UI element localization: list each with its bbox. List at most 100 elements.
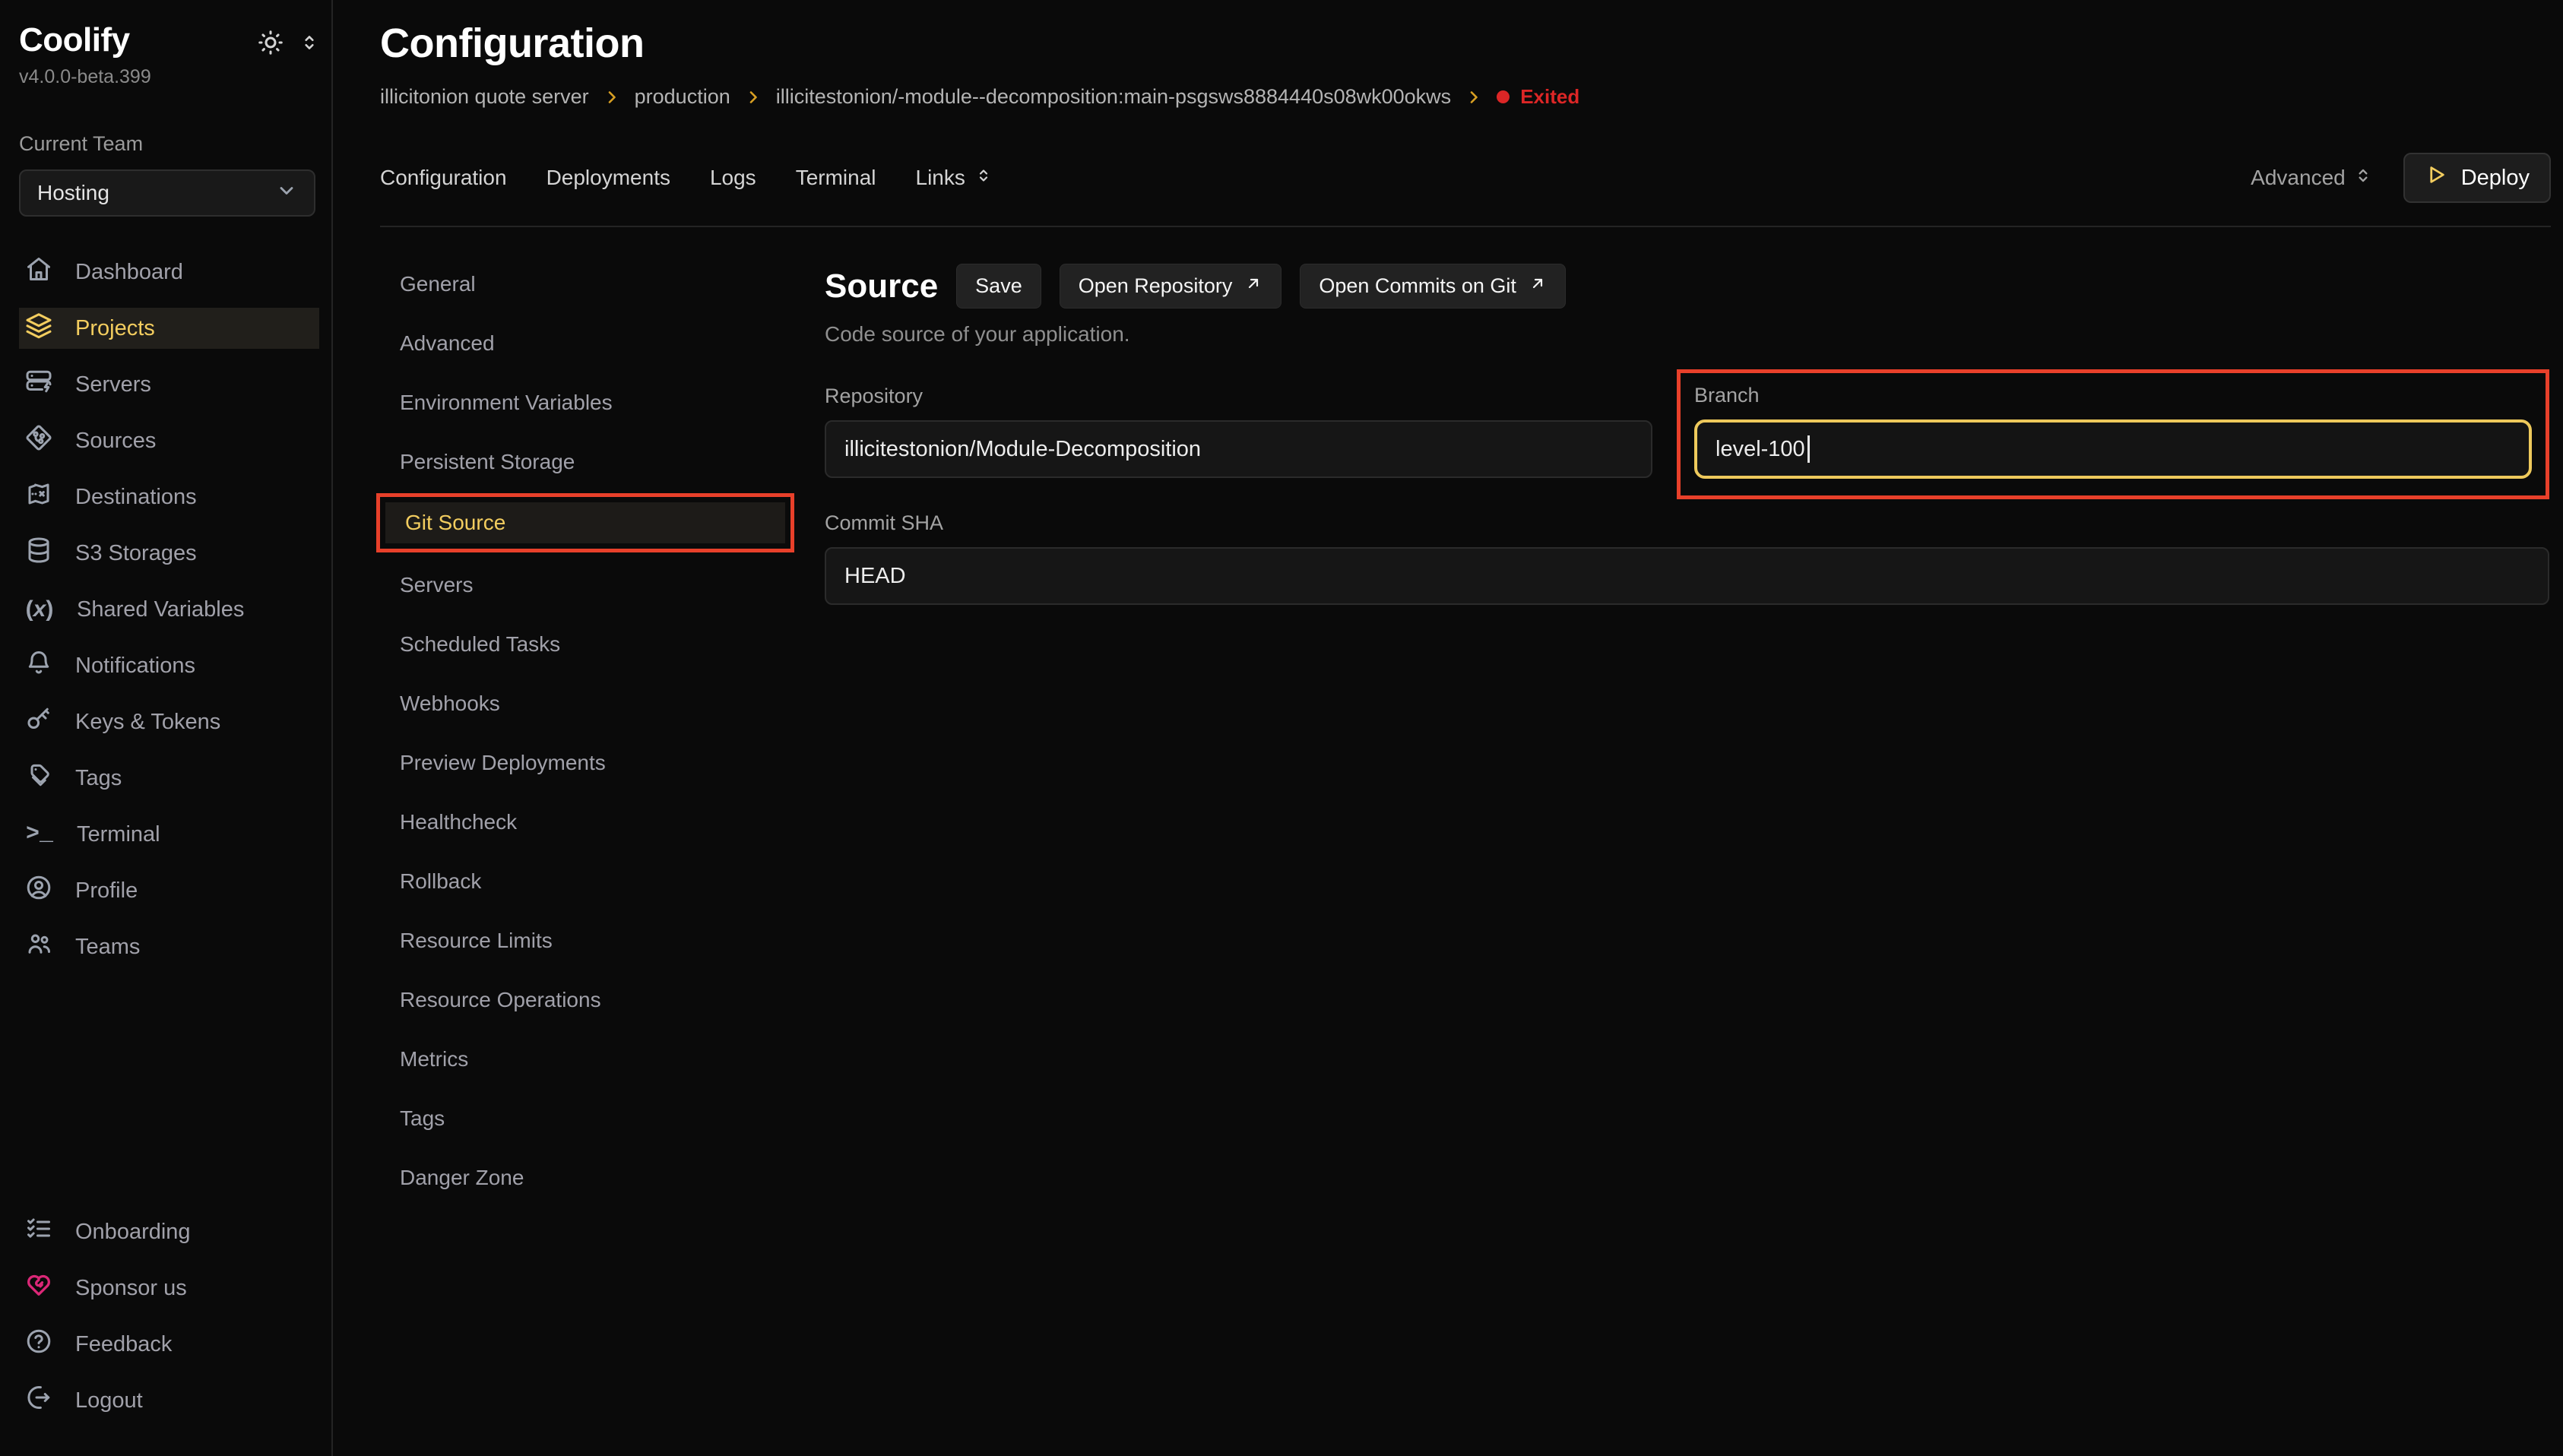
sidebar: Coolify v4.0.0-beta.399 Current Team Hos… — [0, 0, 333, 1456]
brand-row: Coolify — [19, 21, 319, 60]
save-button[interactable]: Save — [956, 264, 1041, 309]
help-circle-icon — [25, 1328, 52, 1361]
subnav-item-servers[interactable]: Servers — [380, 565, 794, 606]
branch-value: level-100 — [1716, 437, 1805, 462]
subnav-item-general[interactable]: General — [380, 264, 794, 305]
subnav-item-webhooks[interactable]: Webhooks — [380, 683, 794, 724]
tab-configuration[interactable]: Configuration — [380, 166, 507, 190]
deploy-button[interactable]: Deploy — [2403, 153, 2551, 203]
sidebar-item-label: Sources — [75, 429, 156, 454]
app-version: v4.0.0-beta.399 — [19, 66, 319, 88]
tab-terminal[interactable]: Terminal — [796, 166, 876, 190]
branch-field: Branch level-100 — [1694, 384, 2532, 479]
chevron-right-icon — [1465, 88, 1483, 106]
breadcrumb-project[interactable]: illicitonion quote server — [380, 85, 589, 109]
subnav-item-scheduled-tasks[interactable]: Scheduled Tasks — [380, 624, 794, 665]
sidebar-item-terminal[interactable]: >_ Terminal — [19, 814, 319, 855]
variable-icon: (x) — [25, 597, 54, 622]
subnav-item-resource-limits[interactable]: Resource Limits — [380, 920, 794, 961]
app-logo: Coolify — [19, 21, 130, 59]
theme-switch-chevrons-icon[interactable] — [299, 33, 319, 56]
subnav-item-resource-operations[interactable]: Resource Operations — [380, 980, 794, 1021]
branch-annotation-box: Branch level-100 — [1677, 369, 2549, 499]
subnav-item-tags[interactable]: Tags — [380, 1098, 794, 1139]
sidebar-item-feedback[interactable]: Feedback — [19, 1324, 319, 1365]
server-icon — [25, 368, 52, 401]
sidebar-item-profile[interactable]: Profile — [19, 870, 319, 911]
sidebar-item-label: Logout — [75, 1388, 143, 1413]
checklist-icon — [25, 1215, 52, 1249]
source-subtitle: Code source of your application. — [825, 322, 2549, 347]
page-title: Configuration — [380, 20, 2551, 67]
subnav-item-environment-variables[interactable]: Environment Variables — [380, 382, 794, 423]
sidebar-item-label: Notifications — [75, 654, 195, 679]
advanced-dropdown[interactable]: Advanced — [2251, 166, 2373, 191]
current-team-label: Current Team — [19, 132, 319, 156]
sidebar-item-label: Tags — [75, 766, 122, 791]
tab-deployments[interactable]: Deployments — [546, 166, 670, 190]
repository-input[interactable]: illicitestonion/Module-Decomposition — [825, 420, 1652, 478]
layers-icon — [25, 312, 52, 345]
sidebar-item-logout[interactable]: Logout — [19, 1380, 319, 1421]
sidebar-item-projects[interactable]: Projects — [19, 308, 319, 349]
map-icon — [25, 480, 52, 514]
tab-logs[interactable]: Logs — [710, 166, 756, 190]
breadcrumb: illicitonion quote server production ill… — [380, 85, 2551, 109]
tab-divider — [380, 226, 2551, 227]
branch-input[interactable]: level-100 — [1694, 419, 2532, 479]
terminal-icon: >_ — [25, 821, 54, 847]
sidebar-footer: Onboarding Sponsor us Feedback Logout — [19, 1211, 319, 1436]
open-repository-label: Open Repository — [1079, 274, 1233, 298]
subnav-item-danger-zone[interactable]: Danger Zone — [380, 1157, 794, 1198]
chevron-down-icon — [276, 180, 297, 207]
subnav-item-healthcheck[interactable]: Healthcheck — [380, 802, 794, 843]
sidebar-item-sponsor-us[interactable]: Sponsor us — [19, 1268, 319, 1309]
sidebar-item-label: Servers — [75, 372, 151, 397]
subnav-item-git-source[interactable]: Git Source — [385, 502, 785, 543]
sidebar-item-label: S3 Storages — [75, 541, 197, 566]
sidebar-item-sources[interactable]: Sources — [19, 420, 319, 461]
open-commits-button[interactable]: Open Commits on Git — [1300, 264, 1566, 309]
sidebar-item-notifications[interactable]: Notifications — [19, 645, 319, 686]
sidebar-item-label: Dashboard — [75, 260, 183, 285]
sidebar-item-tags[interactable]: Tags — [19, 758, 319, 799]
repository-label: Repository — [825, 385, 1652, 408]
team-select-value: Hosting — [37, 181, 109, 205]
subnav-item-advanced[interactable]: Advanced — [380, 323, 794, 364]
sidebar-item-servers[interactable]: Servers — [19, 364, 319, 405]
team-select[interactable]: Hosting — [19, 169, 315, 217]
user-circle-icon — [25, 874, 52, 907]
sidebar-item-onboarding[interactable]: Onboarding — [19, 1211, 319, 1252]
sidebar-item-dashboard[interactable]: Dashboard — [19, 252, 319, 293]
sidebar-nav: Dashboard Projects Servers Sources Desti… — [19, 252, 319, 983]
commit-sha-field: Commit SHA HEAD — [825, 511, 2549, 605]
sidebar-item-destinations[interactable]: Destinations — [19, 476, 319, 518]
sidebar-item-label: Shared Variables — [77, 597, 244, 622]
breadcrumb-application[interactable]: illicitestonion/-module--decomposition:m… — [776, 85, 1451, 109]
sidebar-item-teams[interactable]: Teams — [19, 926, 319, 967]
subnav-item-metrics[interactable]: Metrics — [380, 1039, 794, 1080]
home-icon — [25, 255, 52, 289]
source-heading: Source — [825, 267, 938, 305]
open-repository-button[interactable]: Open Repository — [1060, 264, 1282, 309]
breadcrumb-environment[interactable]: production — [635, 85, 730, 109]
chevrons-up-down-icon — [2353, 166, 2373, 191]
sidebar-item-shared-variables[interactable]: (x) Shared Variables — [19, 589, 319, 630]
sidebar-item-label: Destinations — [75, 485, 197, 510]
external-link-icon — [1244, 274, 1262, 298]
tab-links[interactable]: Links — [916, 166, 993, 190]
text-caret — [1807, 435, 1810, 463]
heart-icon — [25, 1271, 52, 1305]
theme-sun-icon[interactable] — [257, 29, 284, 60]
sidebar-item-keys-tokens[interactable]: Keys & Tokens — [19, 701, 319, 742]
open-commits-label: Open Commits on Git — [1319, 274, 1516, 298]
tags-icon — [25, 761, 52, 795]
sidebar-item-label: Teams — [75, 935, 140, 960]
subnav-item-preview-deployments[interactable]: Preview Deployments — [380, 742, 794, 783]
subnav-item-persistent-storage[interactable]: Persistent Storage — [380, 442, 794, 483]
sidebar-item-s3-storages[interactable]: S3 Storages — [19, 533, 319, 574]
commit-sha-input[interactable]: HEAD — [825, 547, 2549, 605]
subnav-item-rollback[interactable]: Rollback — [380, 861, 794, 902]
git-source-panel: Source Save Open Repository Open Commits… — [825, 264, 2551, 605]
key-icon — [25, 705, 52, 739]
